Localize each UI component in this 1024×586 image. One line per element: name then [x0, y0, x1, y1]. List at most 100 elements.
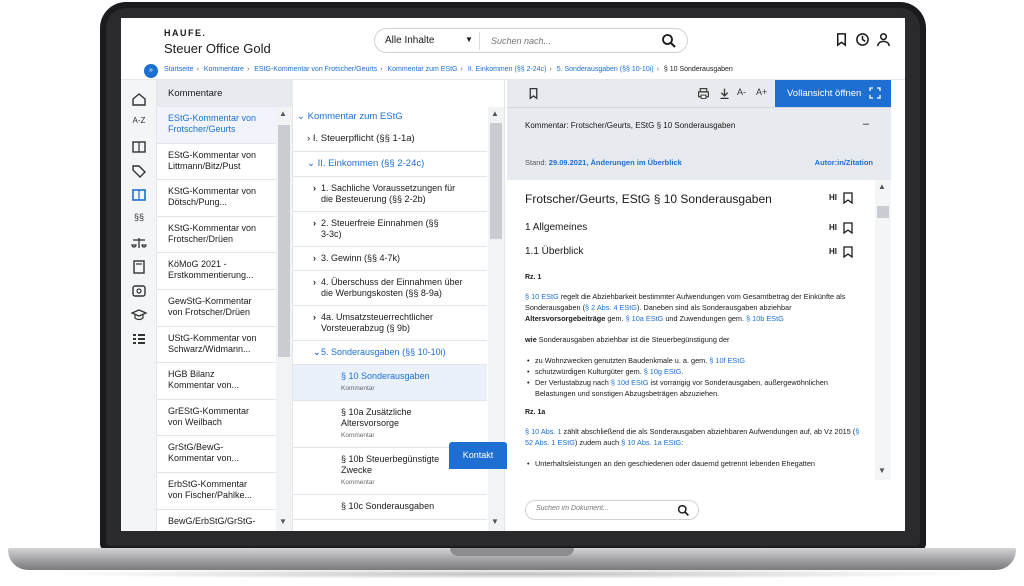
- law-link[interactable]: § 10d EStG: [611, 378, 649, 387]
- list-item: schutzwürdigen Kulturgüter gem. § 10g ES…: [525, 366, 865, 377]
- tree-node-open[interactable]: ⌄ 5. Sonderausgaben (§§ 10-10i): [293, 341, 487, 365]
- haufe-logo[interactable]: HAUFE.: [164, 28, 207, 38]
- history-icon[interactable]: [855, 32, 870, 47]
- bookmark-icon[interactable]: [843, 222, 853, 234]
- a-z-icon[interactable]: A-Z: [131, 116, 147, 130]
- bookmark-icon[interactable]: [843, 246, 853, 258]
- chevron-up-icon[interactable]: ▲: [279, 109, 287, 118]
- commentary-item[interactable]: ErbStG-Kommentar von Fischer/Pahlke...: [157, 473, 277, 510]
- law-link[interactable]: § 10g EStG: [644, 367, 682, 376]
- commentary-item[interactable]: BewG/ErbStG/GrStG-: [157, 510, 277, 531]
- tree-node[interactable]: › 2. Steuerfreie Einnahmen (§§ 3-3c): [293, 212, 487, 247]
- breadcrumb-item[interactable]: Startseite: [164, 66, 194, 73]
- tree-leaf[interactable]: § 10 Sonderausgaben Kommentar: [293, 365, 487, 401]
- chevron-down-icon[interactable]: ▼: [491, 517, 499, 526]
- node-label: 3. Gewinn (§§ 4-7k): [321, 253, 401, 263]
- commentary-item[interactable]: KöMoG 2021 - Erstkommentierung...: [157, 253, 277, 290]
- item-subtitle: Frotscher/Drüen: [168, 233, 234, 244]
- law-link[interactable]: § 10a EStG: [626, 314, 664, 323]
- paragraph: wie Sonderausgaben abziehbar ist die Ste…: [525, 335, 730, 344]
- bookmark-icon[interactable]: [527, 87, 540, 100]
- download-icon[interactable]: [718, 87, 731, 100]
- tag-icon[interactable]: [131, 164, 147, 178]
- commentary-item[interactable]: GrEStG-Kommentar von Weilbach: [157, 400, 277, 437]
- chevron-down-icon[interactable]: ▼: [465, 35, 473, 44]
- tree-node[interactable]: › 4a. Umsatzsteuerrechtlicher Vorsteuerabz…: [293, 306, 487, 341]
- chevron-down-icon[interactable]: ▼: [878, 466, 886, 475]
- law-link[interactable]: § 10b EStG: [746, 314, 784, 323]
- breadcrumb-item[interactable]: 5. Sonderausgaben (§§ 10-10i): [557, 66, 654, 73]
- home-icon[interactable]: [131, 92, 147, 106]
- tree-node-open[interactable]: ⌄ II. Einkommen (§§ 2-24c): [293, 152, 487, 177]
- fullview-button[interactable]: Vollansicht öffnen: [775, 80, 891, 107]
- expand-icon[interactable]: »: [144, 64, 158, 78]
- hi-button[interactable]: HI: [829, 193, 837, 202]
- scroll-thumb[interactable]: [490, 123, 502, 239]
- media-icon[interactable]: [131, 284, 147, 298]
- document-search-input[interactable]: [536, 505, 666, 512]
- search-icon[interactable]: [661, 33, 677, 49]
- commentary-item[interactable]: GrStG/BewG- Kommentar von...: [157, 436, 277, 473]
- chevron-down-icon[interactable]: ▼: [279, 517, 287, 526]
- breadcrumb-item[interactable]: II. Einkommen (§§ 2-24c): [468, 66, 547, 73]
- commentary-item[interactable]: EStG-Kommentar von Littmann/Bitz/Pust: [157, 144, 277, 181]
- print-icon[interactable]: [697, 87, 710, 100]
- list-icon[interactable]: [131, 332, 147, 346]
- scroll-thumb[interactable]: [877, 206, 889, 218]
- commentary-item[interactable]: KStG-Kommentar von Frotscher/Drüen: [157, 217, 277, 254]
- law-link[interactable]: § 10 Abs. 1: [525, 427, 562, 436]
- tree-node[interactable]: › I. Steuerpflicht (§§ 1-1a): [293, 127, 487, 152]
- breadcrumb-item[interactable]: Kommentar zum EStG: [387, 66, 457, 73]
- list-item: Unterhaltsleistungen an den geschiedenen…: [525, 458, 865, 469]
- stand-link[interactable]: 29.09.2021, Änderungen im Überblick: [549, 158, 682, 167]
- breadcrumb-item[interactable]: EStG-Kommentar von Frotscher/Geurts: [254, 66, 377, 73]
- node-label: 3-3c): [321, 229, 342, 239]
- bookmark-icon[interactable]: [843, 192, 853, 204]
- bookmark-icon[interactable]: [834, 32, 849, 47]
- tree-node[interactable]: › 4. Überschuss der Einnahmen über die Wer…: [293, 271, 487, 306]
- hi-button[interactable]: HI: [829, 223, 837, 232]
- search-icon[interactable]: [677, 504, 690, 517]
- document-title: Frotscher/Geurts, EStG § 10 Sonderausgab…: [525, 192, 865, 222]
- leaf-type: Kommentar: [341, 479, 375, 486]
- user-icon[interactable]: [876, 32, 891, 47]
- graduation-icon[interactable]: [131, 308, 147, 322]
- tree-root[interactable]: ⌄ Kommentar zum EStG: [293, 107, 487, 127]
- scrollbar[interactable]: ▲ ▼: [875, 180, 891, 480]
- law-link[interactable]: § 10 Abs. 1a EStG: [621, 438, 681, 447]
- commentary-item[interactable]: UStG-Kommentar von Schwarz/Widmann...: [157, 327, 277, 364]
- law-link[interactable]: § 10f EStG: [709, 356, 745, 365]
- scrollbar[interactable]: ▲ ▼: [276, 107, 292, 531]
- law-link[interactable]: § 10 EStG: [525, 292, 559, 301]
- author-link[interactable]: Autor:in/Zitation: [815, 158, 873, 167]
- chevron-up-icon[interactable]: ▲: [878, 182, 886, 191]
- search-scope-select[interactable]: Alle Inhalte: [385, 35, 434, 46]
- tree-leaf[interactable]: § 10a Zusätzliche Altersvorsorge Kommentar: [293, 401, 487, 448]
- breadcrumb-item[interactable]: Kommentare: [204, 66, 244, 73]
- collapse-button[interactable]: –: [863, 118, 869, 130]
- tree-node[interactable]: › 3. Gewinn (§§ 4-7k): [293, 247, 487, 271]
- commentary-item[interactable]: HGB Bilanz Kommentar von...: [157, 363, 277, 400]
- hi-button[interactable]: HI: [829, 247, 837, 256]
- tree-leaf[interactable]: § 10c Sonderausgaben: [293, 495, 487, 520]
- paragraph-icon[interactable]: §§: [131, 212, 147, 226]
- font-larger-button[interactable]: A+: [756, 87, 772, 100]
- commentary-item[interactable]: GewStG-Kommentar von Frotscher/Drüen: [157, 290, 277, 327]
- contact-button[interactable]: Kontakt: [449, 442, 507, 469]
- commentary-icon[interactable]: [131, 188, 147, 202]
- leaf-type: Kommentar: [341, 432, 375, 439]
- calculator-icon[interactable]: [131, 260, 147, 274]
- search-input[interactable]: [491, 34, 651, 48]
- font-smaller-button[interactable]: A-: [737, 87, 753, 100]
- chevron-up-icon[interactable]: ▲: [491, 109, 499, 118]
- commentary-item[interactable]: EStG-Kommentar von Frotscher/Geurts: [157, 107, 277, 144]
- breadcrumb-current: § 10 Sonderausgaben: [663, 66, 733, 73]
- scroll-thumb[interactable]: [278, 125, 290, 357]
- item-subtitle: Dötsch/Pung...: [168, 197, 228, 208]
- law-link[interactable]: § 2 Abs. 4 EStG: [585, 303, 637, 312]
- book-icon[interactable]: [131, 140, 147, 154]
- item-subtitle: Kommentar von...: [168, 453, 240, 464]
- commentary-item[interactable]: KStG-Kommentar von Dötsch/Pung...: [157, 180, 277, 217]
- tree-node[interactable]: › 1. Sachliche Voraussetzungen für die Bes…: [293, 177, 487, 212]
- scales-icon[interactable]: [131, 236, 147, 250]
